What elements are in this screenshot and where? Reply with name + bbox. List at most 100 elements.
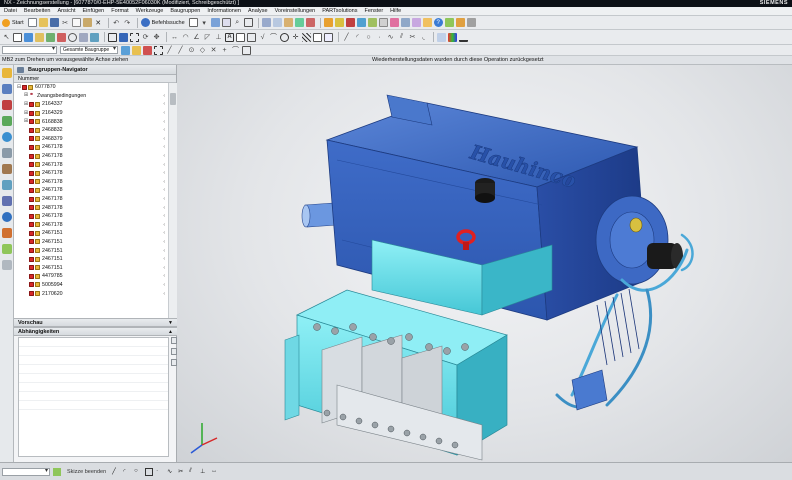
update-view-icon[interactable]: [90, 32, 99, 42]
oil-filler-cap[interactable]: [475, 178, 495, 203]
new-file-icon[interactable]: [27, 18, 37, 27]
offset-icon[interactable]: ⫽: [189, 468, 197, 476]
mirror-icon[interactable]: [422, 18, 432, 27]
wave-icon[interactable]: [389, 18, 399, 27]
cut-icon[interactable]: ✂: [61, 18, 70, 27]
radius-icon[interactable]: ◠: [181, 33, 190, 42]
visibility-checkbox-icon[interactable]: [29, 127, 34, 133]
point-icon[interactable]: ·: [156, 468, 164, 476]
window-icon[interactable]: [221, 18, 231, 27]
detail-view-icon[interactable]: [68, 32, 77, 42]
plane-icon[interactable]: [272, 18, 282, 27]
color-icon[interactable]: [448, 32, 457, 42]
visibility-checkbox-icon[interactable]: [29, 265, 34, 271]
selection-filter-dropdown[interactable]: [2, 46, 57, 54]
constraint-navigator-tab-icon[interactable]: [2, 84, 12, 94]
snap-intersect-icon[interactable]: ✕: [209, 46, 218, 55]
partsolutions-tab-icon[interactable]: [2, 228, 12, 238]
dependencies-panel-header[interactable]: Abhängigkeiten ▲: [14, 327, 177, 336]
visibility-checkbox-icon[interactable]: [29, 101, 34, 107]
rotate-icon[interactable]: ⟳: [141, 33, 150, 42]
paste-icon[interactable]: [82, 18, 92, 27]
chamfer-icon[interactable]: ◸: [203, 33, 212, 42]
tree-row[interactable]: 2467178 ‹: [14, 152, 168, 161]
dimension-icon[interactable]: ↔: [211, 468, 219, 476]
assembly-scope-dropdown[interactable]: Gesamte Baugruppe: [60, 46, 118, 54]
sketch-name-dropdown[interactable]: [2, 467, 50, 476]
tree-row[interactable]: 2467178 ‹: [14, 178, 168, 187]
tree-row[interactable]: 2467178 ‹: [14, 160, 168, 169]
line-icon[interactable]: ╱: [342, 33, 351, 42]
fit-icon[interactable]: [243, 18, 253, 27]
tree-row[interactable]: 2487178 ‹: [14, 203, 168, 212]
table-note-icon[interactable]: [313, 32, 322, 42]
clock-tab-icon[interactable]: [2, 212, 12, 222]
visibility-checkbox-icon[interactable]: [29, 179, 34, 185]
offset-icon[interactable]: ⫽: [397, 33, 406, 42]
visibility-checkbox-icon[interactable]: [29, 119, 34, 125]
pattern-icon[interactable]: [411, 18, 421, 27]
snap-curve-icon[interactable]: ⌒: [231, 46, 240, 55]
select-all-icon[interactable]: [132, 45, 141, 55]
sketch-icon[interactable]: [261, 18, 271, 27]
constraint-icon[interactable]: ⊥: [200, 468, 208, 476]
visibility-checkbox-icon[interactable]: [29, 256, 34, 262]
hidden-line-icon[interactable]: [130, 32, 139, 42]
column-header-number[interactable]: Nummer: [14, 75, 176, 83]
circle-icon[interactable]: ○: [134, 468, 142, 476]
hatch-icon[interactable]: [302, 32, 311, 42]
tree-row[interactable]: 2467178 ‹: [14, 212, 168, 221]
sheet-icon[interactable]: [13, 32, 22, 42]
section-icon[interactable]: [305, 18, 315, 27]
tree-row[interactable]: ⊞ 2164337 ‹: [14, 100, 168, 109]
visibility-checkbox-icon[interactable]: [29, 291, 34, 297]
preview-panel-header[interactable]: Vorschau ▼: [14, 318, 177, 327]
analysis-icon[interactable]: [294, 18, 304, 27]
layout-icon[interactable]: [210, 18, 220, 27]
box-select-icon[interactable]: [154, 45, 163, 55]
visibility-checkbox-icon[interactable]: [29, 110, 34, 116]
visibility-checkbox-icon[interactable]: [29, 153, 34, 159]
trim-icon[interactable]: ✂: [178, 468, 186, 476]
finish-sketch-icon[interactable]: [53, 467, 61, 476]
process-studio-tab-icon[interactable]: [2, 180, 12, 190]
menu-baugruppen[interactable]: Baugruppen: [170, 8, 200, 14]
section-view-icon[interactable]: [57, 32, 66, 42]
visibility-checkbox-icon[interactable]: [29, 196, 34, 202]
line-width-icon[interactable]: [459, 33, 468, 42]
visibility-checkbox-icon[interactable]: [29, 162, 34, 168]
tree-row[interactable]: 2467151 ‹: [14, 229, 168, 238]
tree-row[interactable]: 2467151 ‹: [14, 263, 168, 272]
component-icon[interactable]: [334, 18, 344, 27]
assembly-navigator-tab-icon[interactable]: [2, 68, 12, 78]
reference-icon[interactable]: [400, 18, 410, 27]
table-icon[interactable]: [188, 18, 198, 27]
layer-icon[interactable]: [437, 32, 446, 42]
manufacturing-tab-icon[interactable]: [2, 260, 12, 270]
dimension-icon[interactable]: ↔: [170, 33, 179, 42]
arc-icon[interactable]: ◜: [353, 33, 362, 42]
undo-icon[interactable]: ↶: [112, 18, 121, 27]
trim-icon[interactable]: ✂: [408, 33, 417, 42]
visibility-checkbox-icon[interactable]: [29, 282, 34, 288]
select-arrow-icon[interactable]: ↖: [2, 33, 11, 42]
pump-model[interactable]: Hauhinco: [177, 65, 792, 462]
scrollbar-thumb[interactable]: [170, 93, 176, 105]
assembly-icon[interactable]: [323, 18, 333, 27]
tree-row[interactable]: 2467151 ‹: [14, 255, 168, 264]
part-navigator-tab-icon[interactable]: [2, 100, 12, 110]
roles-tab-icon[interactable]: [2, 196, 12, 206]
menu-werkzeuge[interactable]: Werkzeuge: [136, 8, 164, 14]
menu-bearbeiten[interactable]: Bearbeiten: [24, 8, 51, 14]
pan-icon[interactable]: ✥: [152, 33, 161, 42]
tree-row[interactable]: 5005994 ‹: [14, 281, 168, 290]
tree-row[interactable]: 2467151 ‹: [14, 238, 168, 247]
tree-row[interactable]: ⊞ ⚭ Zwangsbedingungen ‹: [14, 92, 168, 101]
shaded-icon[interactable]: [119, 32, 128, 42]
tree-row[interactable]: 4479785 ‹: [14, 272, 168, 281]
web-browser-tab-icon[interactable]: [2, 132, 12, 142]
visibility-checkbox-icon[interactable]: [29, 144, 34, 150]
menu-informationen[interactable]: Informationen: [207, 8, 241, 14]
tree-row[interactable]: 2468832 ‹: [14, 126, 168, 135]
mounting-foot[interactable]: [571, 369, 608, 411]
